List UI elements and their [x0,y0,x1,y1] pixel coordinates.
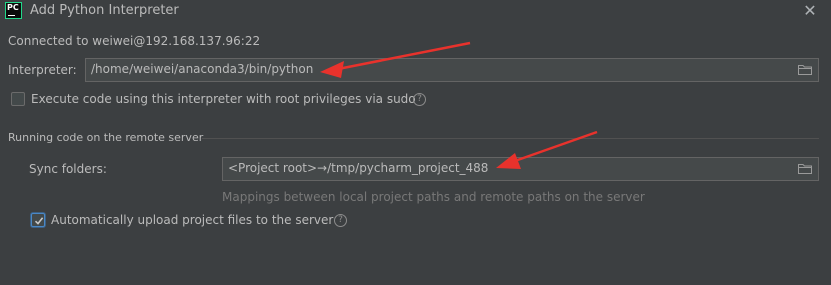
sudo-label: Execute code using this interpreter with… [31,92,416,106]
pycharm-logo-icon: PC [5,2,22,19]
close-button[interactable]: ✕ [800,2,820,22]
section-divider [202,138,819,139]
help-icon[interactable]: ? [413,93,426,106]
folder-icon[interactable] [798,64,812,75]
remote-section-title: Running code on the remote server [8,131,204,144]
interpreter-label: Interpreter: [8,63,77,77]
sync-folders-hint: Mappings between local project paths and… [222,190,645,204]
interpreter-path: /home/weiwei/anaconda3/bin/python [91,62,314,76]
sudo-checkbox[interactable] [11,92,25,106]
interpreter-field[interactable]: /home/weiwei/anaconda3/bin/python [85,58,819,82]
window-title: Add Python Interpreter [30,3,179,18]
app-icon-text: PC [7,3,19,12]
folder-icon[interactable] [798,163,812,174]
help-icon[interactable]: ? [334,214,347,227]
connection-status: Connected to weiwei@192.168.137.96:22 [8,34,261,48]
auto-upload-checkbox[interactable] [31,213,45,227]
checkmark-icon [34,217,44,225]
close-icon: ✕ [803,1,817,20]
sync-folders-label: Sync folders: [29,162,107,176]
sync-folders-value: <Project root>→/tmp/pycharm_project_488 [228,161,489,175]
title-bar: PC Add Python Interpreter ✕ [0,0,831,24]
sync-folders-field[interactable]: <Project root>→/tmp/pycharm_project_488 [222,157,819,181]
auto-upload-label: Automatically upload project files to th… [51,213,334,227]
